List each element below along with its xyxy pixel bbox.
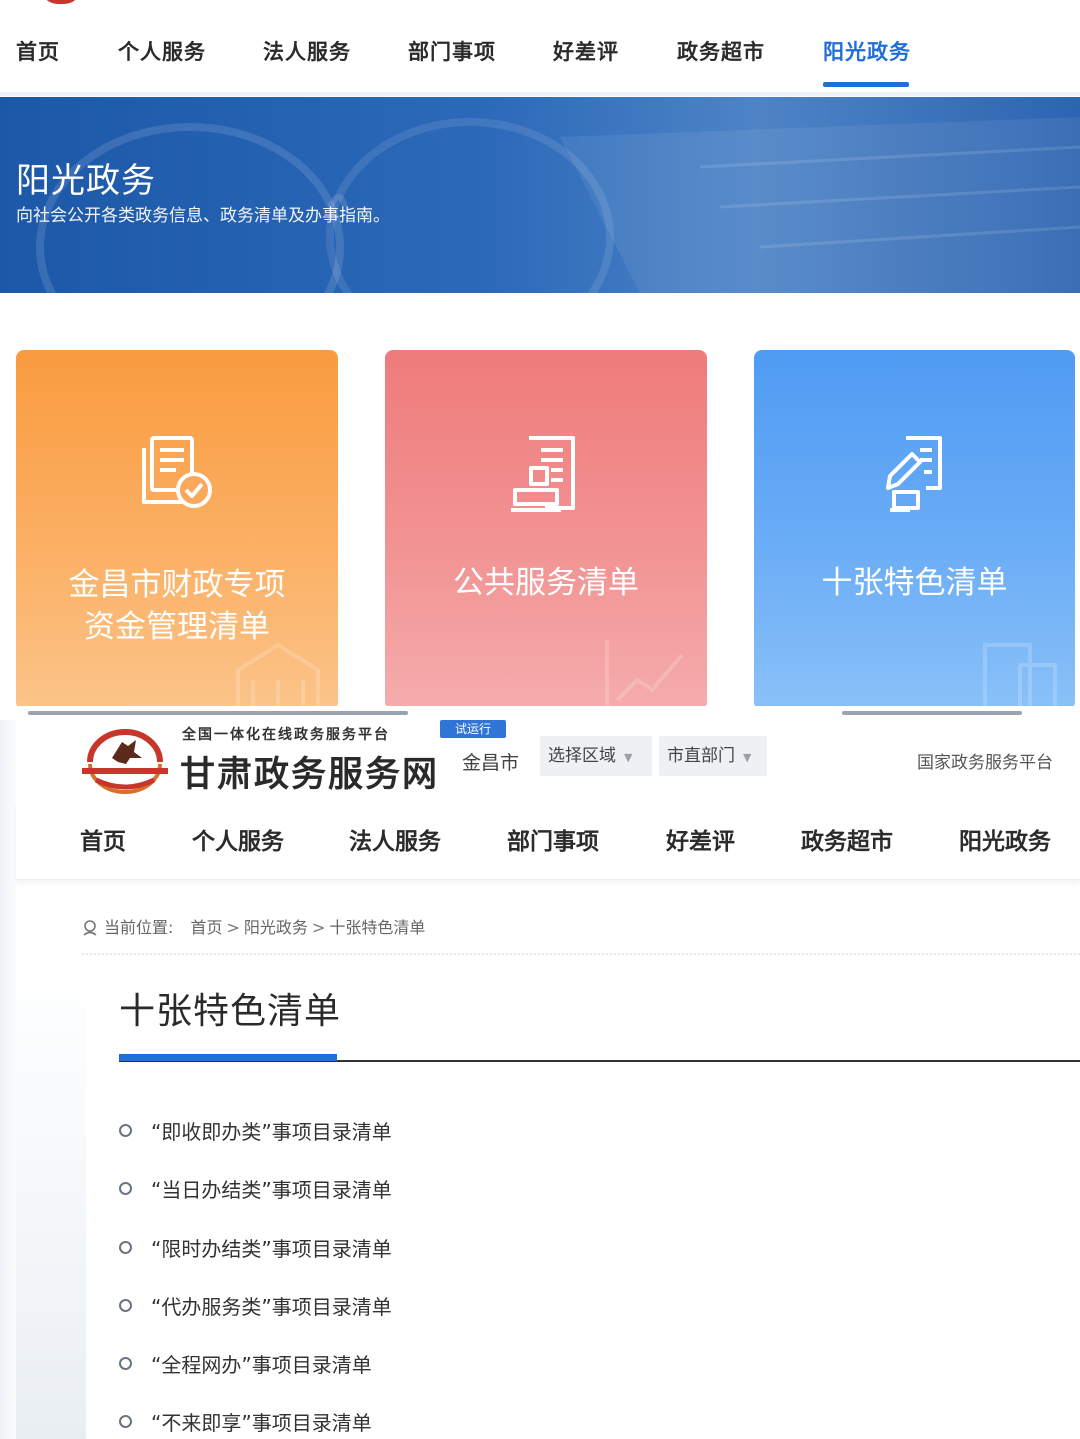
card-public-service-list[interactable]: 公共服务清单 — [385, 350, 707, 706]
chart-watermark-icon — [605, 640, 684, 706]
nav-item-legal-person[interactable]: 法人服务 — [263, 36, 351, 66]
feature-list: “即收即办类”事项目录清单 “当日办结类”事项目录清单 “限时办结类”事项目录清… — [119, 1114, 1019, 1439]
active-tab-indicator — [823, 82, 909, 87]
divider — [82, 953, 1080, 955]
list-item[interactable]: “当日办结类”事项目录清单 — [119, 1172, 1019, 1230]
site-header: 全国一体化在线政务服务平台 试运行 甘肃政务服务网 金昌市 选择区域 ▼ 市直部门… — [16, 714, 1080, 802]
nav-item-rating[interactable]: 好差评 — [666, 822, 735, 856]
site-name[interactable]: 甘肃政务服务网 — [180, 746, 439, 797]
list-item-label: “当日办结类”事项目录清单 — [151, 1178, 392, 1203]
nav-item-home[interactable]: 首页 — [16, 36, 60, 66]
glasses-decoration — [36, 117, 1080, 293]
region-select[interactable]: 选择区域 ▼ — [540, 736, 652, 776]
list-item-label: “限时办结类”事项目录清单 — [151, 1236, 392, 1261]
card-grid: 金昌市财政专项 资金管理清单 公共服务清单 十张特色清单 — [0, 350, 1080, 706]
location-pin-icon — [83, 920, 97, 936]
nav-item-personal[interactable]: 个人服务 — [192, 822, 284, 856]
document-stamp-icon — [511, 436, 575, 512]
region-select-label: 选择区域 — [548, 746, 616, 766]
title-rule-accent — [119, 1054, 337, 1061]
site-logo-icon[interactable] — [82, 728, 168, 796]
nav-item-market[interactable]: 政务超市 — [801, 822, 893, 856]
nav-item-departments[interactable]: 部门事项 — [408, 36, 496, 66]
breadcrumb-separator: > — [311, 918, 326, 937]
nav-item-sunshine[interactable]: 阳光政务 — [959, 822, 1051, 856]
bottom-screenshot: 全国一体化在线政务服务平台 试运行 甘肃政务服务网 金昌市 选择区域 ▼ 市直部门… — [0, 706, 1080, 1439]
page-edge — [0, 720, 16, 1439]
list-item[interactable]: “代办服务类”事项目录清单 — [119, 1289, 1019, 1347]
nav-item-personal[interactable]: 个人服务 — [118, 36, 206, 66]
building-watermark-icon — [236, 642, 320, 706]
circle-bullet-icon — [119, 1124, 132, 1137]
nav-item-legal-person[interactable]: 法人服务 — [349, 822, 441, 856]
trial-badge: 试运行 — [440, 720, 506, 738]
platform-slogan: 全国一体化在线政务服务平台 — [182, 727, 390, 743]
circle-bullet-icon — [119, 1182, 132, 1196]
breadcrumb-link-sunshine[interactable]: 阳光政务 — [244, 918, 308, 937]
nav-item-market[interactable]: 政务超市 — [677, 36, 765, 66]
banner-title: 阳光政务 — [16, 161, 156, 201]
banner: 阳光政务 向社会公开各类政务信息、政务清单及办事指南。 — [0, 97, 1080, 293]
list-item[interactable]: “全程网办”事项目录清单 — [119, 1347, 1019, 1405]
breadcrumb: 当前位置: 首页 > 阳光政务 > 十张特色清单 — [82, 914, 425, 938]
list-item[interactable]: “限时办结类”事项目录清单 — [119, 1231, 1019, 1289]
nav-item-rating[interactable]: 好差评 — [553, 36, 619, 66]
circle-bullet-icon — [119, 1357, 132, 1371]
department-select-label: 市直部门 — [667, 746, 735, 766]
document-check-icon — [142, 436, 212, 508]
breadcrumb-current: 十张特色清单 — [329, 918, 426, 937]
card-label: 公共服务清单 — [453, 565, 639, 601]
nav-item-departments[interactable]: 部门事项 — [507, 822, 599, 856]
card-label: 十张特色清单 — [821, 565, 1008, 601]
list-item[interactable]: “即收即办类”事项目录清单 — [119, 1114, 1019, 1172]
department-select[interactable]: 市直部门 ▼ — [659, 736, 767, 776]
nav-item-sunshine[interactable]: 阳光政务 — [823, 36, 911, 66]
main-nav: 首页 个人服务 法人服务 部门事项 好差评 政务超市 阳光政务 — [0, 0, 1080, 96]
circle-bullet-icon — [119, 1240, 132, 1254]
card-finance-fund-list[interactable]: 金昌市财政专项 资金管理清单 — [16, 350, 338, 706]
list-item-label: “代办服务类”事项目录清单 — [151, 1294, 392, 1319]
circle-bullet-icon — [119, 1298, 132, 1312]
national-platform-link[interactable]: 国家政务服务平台 — [917, 748, 1053, 773]
site-nav: 首页 个人服务 法人服务 部门事项 好差评 政务超市 阳光政务 — [16, 802, 1080, 880]
list-item[interactable]: “不来即享”事项目录清单 — [119, 1405, 1019, 1439]
card-ten-feature-lists[interactable]: 十张特色清单 — [754, 350, 1075, 706]
list-item-label: “全程网办”事项目录清单 — [151, 1353, 372, 1378]
nav-item-home[interactable]: 首页 — [80, 822, 126, 856]
page-title: 十张特色清单 — [119, 991, 342, 1032]
top-screenshot: 首页 个人服务 法人服务 部门事项 好差评 政务超市 阳光政务 阳光政务 向社会… — [0, 0, 1080, 706]
city-label: 金昌市 — [462, 752, 520, 774]
list-item-label: “即收即办类”事项目录清单 — [151, 1120, 392, 1144]
side-decoration — [16, 956, 86, 1439]
banner-subtitle: 向社会公开各类政务信息、政务清单及办事指南。 — [16, 206, 390, 226]
chevron-down-icon: ▼ — [624, 751, 633, 764]
breadcrumb-link-home[interactable]: 首页 — [191, 918, 223, 937]
card-label-line1: 金昌市财政专项 — [68, 567, 286, 603]
document-edit-icon — [885, 436, 942, 512]
circle-bullet-icon — [119, 1415, 132, 1429]
breadcrumb-prefix: 当前位置: — [104, 918, 174, 937]
list-item-label: “不来即享”事项目录清单 — [151, 1411, 372, 1436]
breadcrumb-separator: > — [226, 918, 240, 937]
building-watermark-icon — [983, 643, 1057, 706]
chevron-down-icon: ▼ — [743, 751, 752, 764]
